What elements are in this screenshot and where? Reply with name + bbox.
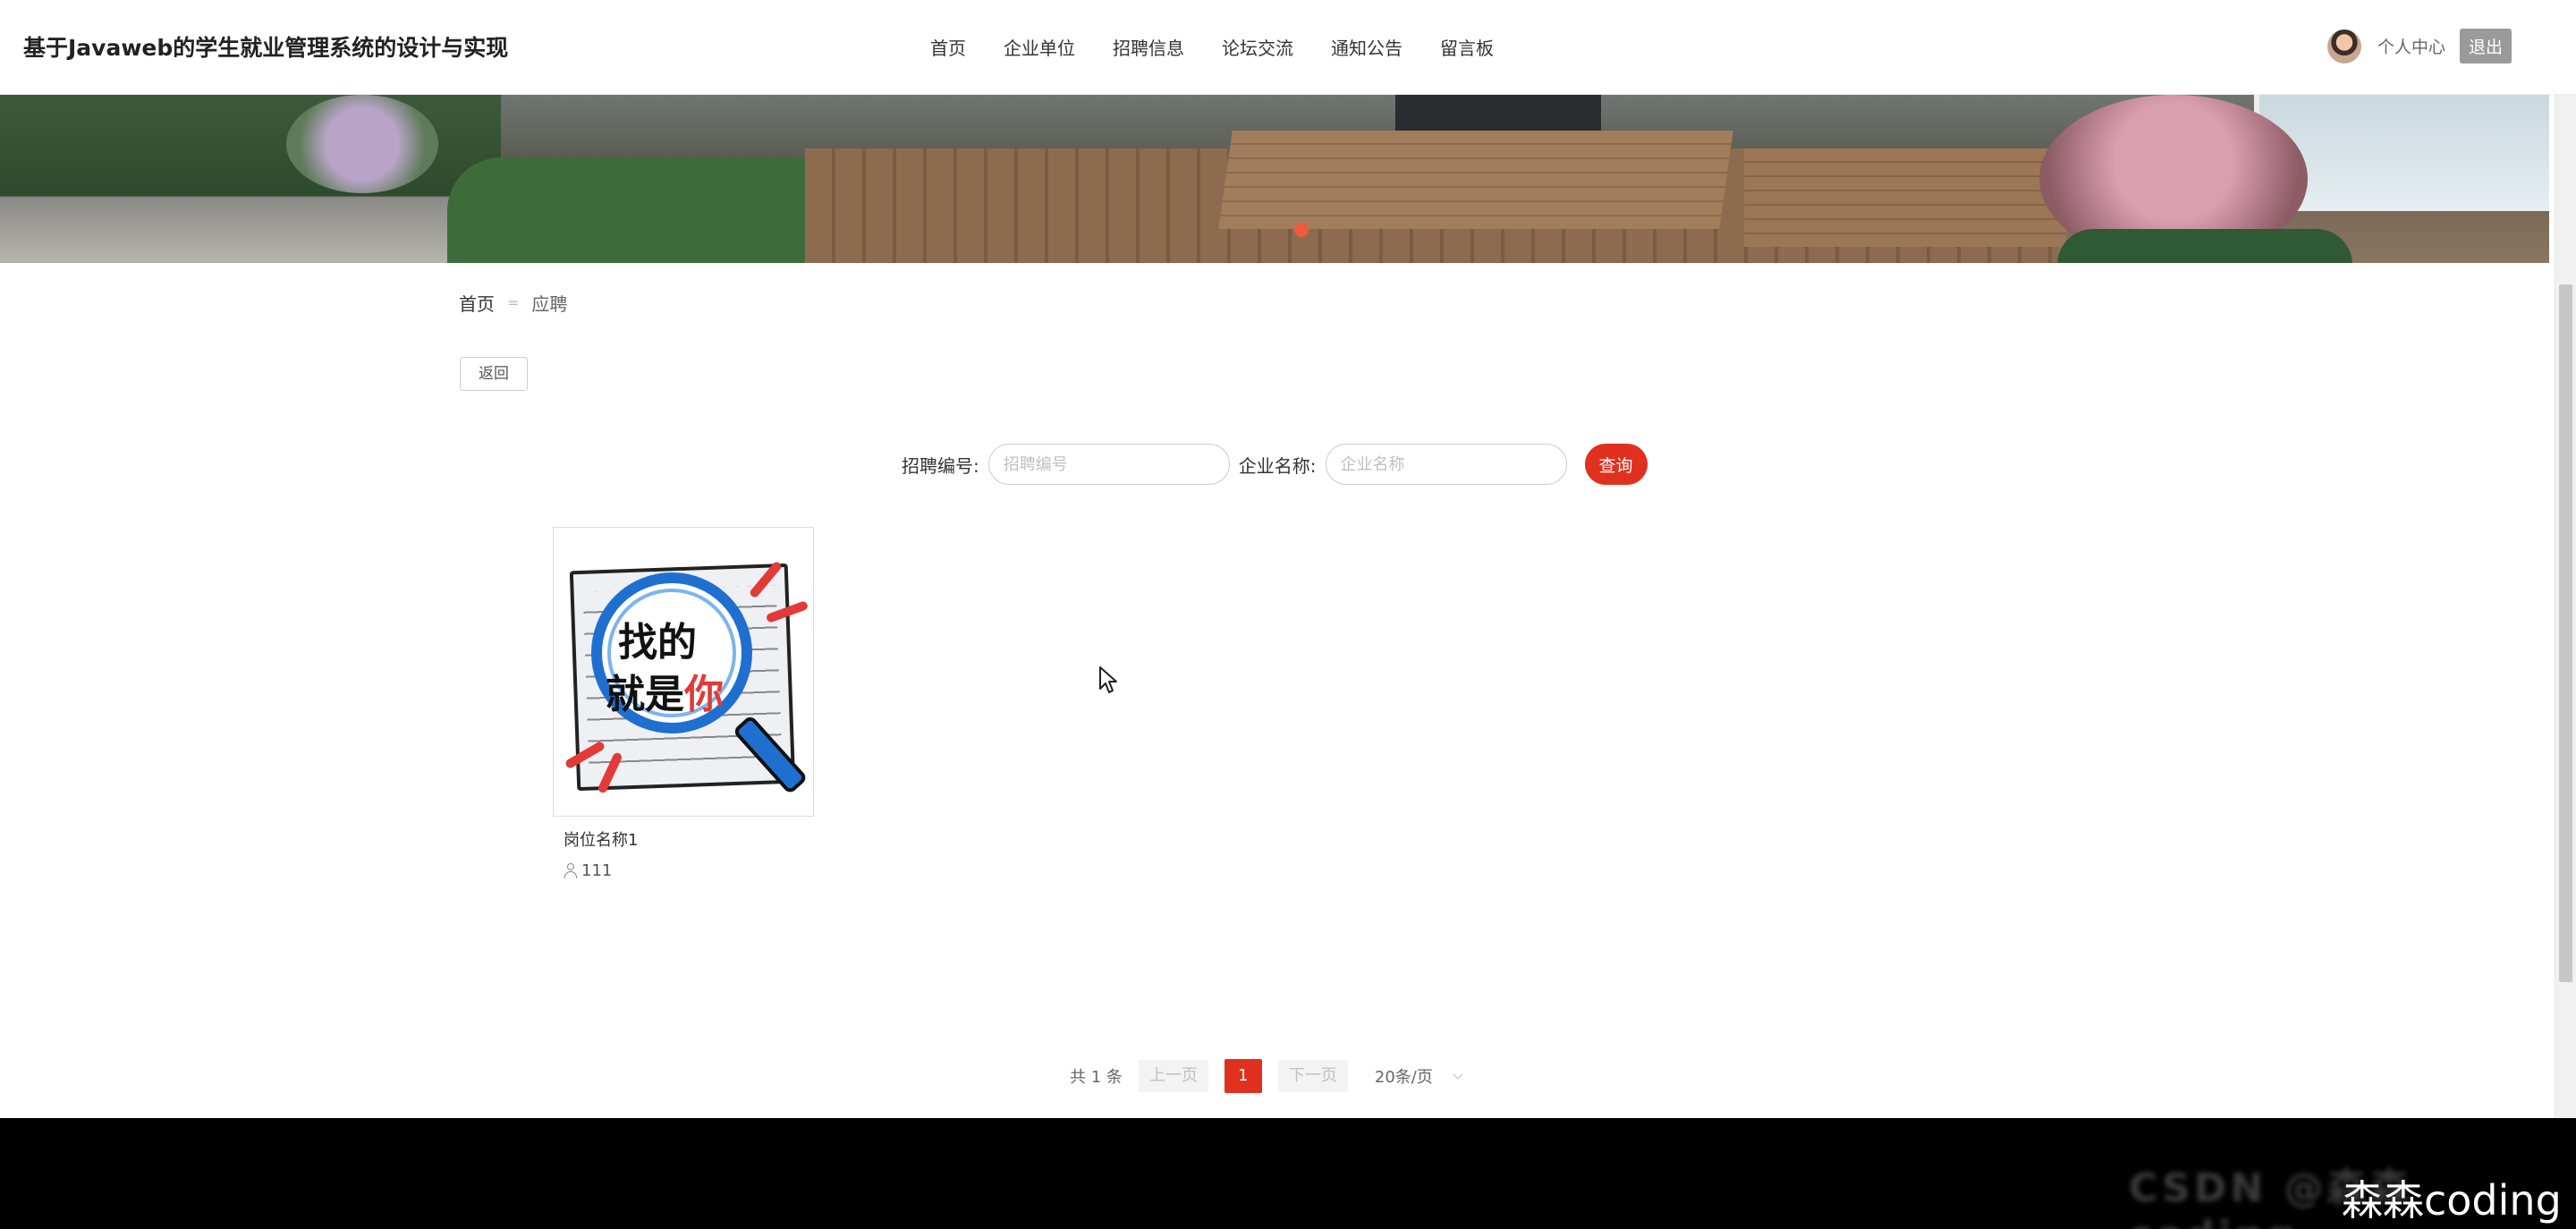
top-header: 基于Javaweb的学生就业管理系统的设计与实现 首页 企业单位 招聘信息 论坛… bbox=[0, 0, 2576, 95]
user-area: 个人中心 退出 bbox=[2327, 29, 2512, 64]
chevron-down-icon bbox=[1453, 1069, 1463, 1080]
banner-bench bbox=[1218, 131, 1733, 229]
job-card-count: 111 bbox=[581, 861, 613, 880]
recruit-number-input[interactable] bbox=[987, 444, 1230, 485]
image-caption-red: 你 bbox=[684, 672, 724, 717]
avatar[interactable] bbox=[2327, 29, 2361, 64]
scrollbar-thumb[interactable] bbox=[2559, 284, 2572, 982]
banner-flowers bbox=[286, 95, 438, 193]
company-name-label: 企业名称: bbox=[1238, 454, 1317, 477]
person-icon bbox=[564, 862, 578, 879]
nav-item-message-board[interactable]: 留言板 bbox=[1440, 34, 1494, 60]
watermark: 森森coding bbox=[2342, 1176, 2562, 1225]
banner-hedge bbox=[447, 157, 850, 263]
breadcrumb-separator: = bbox=[507, 294, 520, 311]
user-center-link[interactable]: 个人中心 bbox=[2377, 34, 2445, 58]
search-bar: 招聘编号: 企业名称: 查询 bbox=[902, 444, 1648, 485]
job-card-title[interactable]: 岗位名称1 bbox=[564, 827, 814, 851]
nav-item-home[interactable]: 首页 bbox=[930, 34, 966, 60]
logout-button[interactable]: 退出 bbox=[2460, 29, 2512, 64]
next-page-button[interactable]: 下一页 bbox=[1277, 1060, 1348, 1092]
job-card[interactable]: 找的 就是你 岗位名称1 111 bbox=[553, 527, 814, 880]
image-caption-line1: 找的 bbox=[618, 620, 697, 665]
page-size-value: 20条/页 bbox=[1374, 1068, 1433, 1087]
job-card-image[interactable]: 找的 就是你 bbox=[553, 527, 814, 817]
company-name-input[interactable] bbox=[1325, 444, 1567, 485]
search-button[interactable]: 查询 bbox=[1584, 444, 1648, 485]
prev-page-button[interactable]: 上一页 bbox=[1138, 1060, 1208, 1092]
banner-carousel bbox=[0, 95, 2549, 263]
nav-item-announcements[interactable]: 通知公告 bbox=[1331, 34, 1402, 60]
recruit-number-label: 招聘编号: bbox=[902, 454, 979, 477]
breadcrumb-home[interactable]: 首页 bbox=[459, 290, 495, 316]
vertical-scrollbar[interactable] bbox=[2555, 0, 2576, 1118]
breadcrumb: 首页 = 应聘 bbox=[459, 290, 567, 316]
banner-hedge bbox=[2057, 229, 2352, 263]
breadcrumb-current: 应聘 bbox=[531, 293, 568, 315]
image-caption-line2: 就是你 bbox=[606, 662, 724, 719]
main-nav: 首页 企业单位 招聘信息 论坛交流 通知公告 留言板 bbox=[930, 34, 1531, 60]
nav-item-companies[interactable]: 企业单位 bbox=[1004, 34, 1075, 60]
pagination: 共 1 条 上一页 1 下一页 20条/页 bbox=[1070, 1059, 1463, 1093]
carousel-indicator-dot[interactable] bbox=[1294, 223, 1309, 237]
banner-bench bbox=[1744, 148, 2066, 247]
job-card-meta: 111 bbox=[564, 861, 814, 880]
nav-item-recruitment[interactable]: 招聘信息 bbox=[1113, 34, 1184, 60]
mouse-cursor-icon bbox=[1099, 666, 1117, 693]
nav-item-forum[interactable]: 论坛交流 bbox=[1222, 34, 1293, 60]
page-size-select[interactable]: 20条/页 bbox=[1374, 1064, 1463, 1088]
back-button[interactable]: 返回 bbox=[460, 357, 528, 391]
site-title: 基于Javaweb的学生就业管理系统的设计与实现 bbox=[23, 35, 509, 61]
page-number-1[interactable]: 1 bbox=[1224, 1059, 1262, 1093]
image-caption-black: 就是 bbox=[606, 672, 684, 717]
pagination-total: 共 1 条 bbox=[1070, 1068, 1123, 1087]
